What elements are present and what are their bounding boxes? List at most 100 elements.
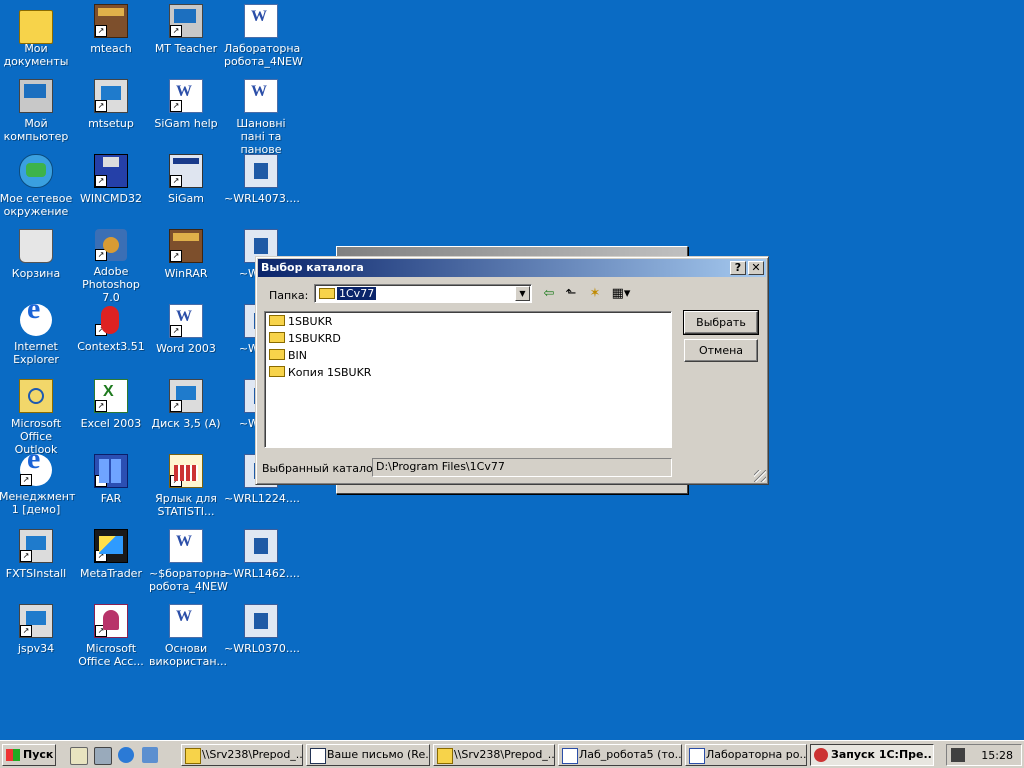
- taskbar-item[interactable]: Ваше письмо (Re...: [306, 744, 430, 766]
- word-document-icon: [689, 748, 705, 764]
- shortcut-arrow-icon: ↗: [95, 625, 107, 637]
- desktop-icon[interactable]: ↗ MT Teacher: [149, 2, 223, 55]
- internet-explorer-icon[interactable]: [118, 747, 134, 763]
- desktop-icon[interactable]: ↗ Менеджмент 1 [демо]: [0, 452, 76, 516]
- desktop-icon[interactable]: ↗ Context3.51: [74, 302, 148, 353]
- select-folder-dialog: Выбор каталога ? ✕ Папка: 1Cv77 ▼ ⇦ ⬑ ✶ …: [255, 256, 769, 485]
- desktop-icon-label: MetaTrader: [80, 567, 142, 580]
- desktop-icon[interactable]: ~$бораторна робота_4NEW: [149, 527, 228, 593]
- desktop-icon[interactable]: Мой компьютер: [0, 77, 73, 143]
- desktop-icon-label: Менеджмент 1 [демо]: [0, 490, 76, 516]
- system-tray: 15:28: [946, 744, 1022, 766]
- back-arrow-icon[interactable]: ⇦: [540, 286, 558, 302]
- word-document-icon: [244, 4, 278, 38]
- outlook-express-icon[interactable]: [142, 747, 158, 763]
- excel-icon: ↗: [94, 379, 128, 413]
- desktop-icon[interactable]: ↗ Word 2003: [149, 302, 223, 355]
- desktop-icon-label: Мои документы: [3, 42, 69, 68]
- start-button[interactable]: Пуск: [2, 744, 56, 766]
- desktop-icon-label: ~WRL1462....: [224, 567, 300, 580]
- desktop-icon-label: Internet Explorer: [13, 340, 59, 366]
- desktop-icon[interactable]: ↗ Adobe Photoshop 7.0: [74, 227, 148, 304]
- show-desktop-icon[interactable]: [70, 747, 88, 765]
- clock[interactable]: 15:28: [981, 749, 1013, 762]
- floppy-drive-icon: ↗: [169, 379, 203, 413]
- desktop-icon[interactable]: Шановні пані та панове: [224, 77, 298, 156]
- list-item[interactable]: BIN: [269, 348, 307, 364]
- desktop-icon[interactable]: ↗ Ярлык для STATISTI...: [149, 452, 223, 518]
- desktop-icon[interactable]: ↗ SiGam: [149, 152, 223, 205]
- desktop-icon-label: Диск 3,5 (A): [151, 417, 221, 430]
- taskbar-item[interactable]: \\Srv238\Prepod_...: [433, 744, 555, 766]
- desktop-icon-label: ~WRL1224....: [224, 492, 300, 505]
- desktop-icon[interactable]: Основи використан...: [149, 602, 227, 668]
- folder-icon: [269, 315, 285, 326]
- folder-combobox[interactable]: 1Cv77 ▼: [314, 284, 532, 303]
- list-item[interactable]: Копия 1SBUKR: [269, 365, 371, 381]
- desktop-icon[interactable]: ↗ mteach: [74, 2, 148, 55]
- desktop-icon[interactable]: Internet Explorer: [0, 302, 73, 366]
- view-menu-icon[interactable]: ▦▾: [608, 286, 634, 302]
- desktop-icon[interactable]: ↗ WINCMD32: [74, 152, 148, 205]
- desktop-icon[interactable]: Корзина: [0, 227, 73, 280]
- shortcut-arrow-icon: ↗: [95, 249, 107, 261]
- resize-grip[interactable]: [754, 470, 766, 482]
- shortcut-arrow-icon: ↗: [170, 25, 182, 37]
- select-button[interactable]: Выбрать: [683, 310, 759, 335]
- taskbar-item-active[interactable]: Запуск 1С:Пре...: [810, 744, 934, 766]
- cancel-button[interactable]: Отмена: [684, 339, 758, 362]
- recycle-bin-icon: [19, 229, 53, 263]
- desktop-icon[interactable]: ↗ FXTSInstall: [0, 527, 73, 580]
- desktop-icon[interactable]: Мои документы: [0, 2, 73, 68]
- shortcut-arrow-icon: ↗: [20, 550, 32, 562]
- shortcut-arrow-icon: ↗: [95, 175, 107, 187]
- list-item-label: Копия 1SBUKR: [288, 366, 372, 379]
- desktop-icon-label: mtsetup: [88, 117, 134, 130]
- desktop-icon[interactable]: ~WRL0370....: [224, 602, 300, 655]
- desktop-icon[interactable]: ↗ WinRAR: [149, 227, 223, 280]
- up-folder-icon[interactable]: ⬑: [562, 286, 580, 302]
- list-item[interactable]: 1SBUKR: [269, 314, 332, 330]
- desktop-icon[interactable]: ~WRL1462....: [224, 527, 300, 580]
- help-button[interactable]: ?: [730, 261, 746, 275]
- network-tray-icon[interactable]: [951, 748, 965, 762]
- desktop-icon[interactable]: ↗ mtsetup: [74, 77, 148, 130]
- taskbar-item[interactable]: Лабораторна ро...: [685, 744, 807, 766]
- desktop-icon[interactable]: Мое сетевое окружение: [0, 152, 73, 218]
- desktop-icon-label: Adobe Photoshop 7.0: [82, 265, 140, 304]
- desktop-icon[interactable]: ↗ FAR: [74, 452, 148, 505]
- desktop-icon-label: WINCMD32: [80, 192, 142, 205]
- folder-icon: [269, 332, 285, 343]
- folder-list[interactable]: 1SBUKR 1SBUKRD BIN Копия 1SBUKR: [264, 311, 672, 448]
- internet-explorer-icon: [20, 302, 52, 336]
- desktop-icon[interactable]: Лабораторна робота_4NEW: [224, 2, 303, 68]
- shortcut-arrow-icon: ↗: [95, 400, 107, 412]
- taskbar-item[interactable]: Лаб_робота5 (то...: [558, 744, 682, 766]
- desktop-icon[interactable]: ↗ SiGam help: [149, 77, 223, 130]
- shortcut-arrow-icon: ↗: [170, 325, 182, 337]
- shortcut-arrow-icon: ↗: [170, 175, 182, 187]
- shortcut-arrow-icon: ↗: [170, 100, 182, 112]
- desktop-icon[interactable]: ↗ Диск 3,5 (A): [149, 377, 223, 430]
- close-button[interactable]: ✕: [748, 261, 764, 275]
- selected-folder-field: D:\Program Files\1Cv77: [372, 458, 672, 477]
- list-item[interactable]: 1SBUKRD: [269, 331, 341, 347]
- desktop-icon[interactable]: ↗ Excel 2003: [74, 377, 148, 430]
- desktop-icon-label: FAR: [100, 492, 122, 505]
- quicklaunch-icon[interactable]: [94, 747, 112, 765]
- desktop-icon[interactable]: ↗ Microsoft Office Acc...: [74, 602, 148, 668]
- taskbar-item-label: Лаб_робота5 (то...: [579, 748, 682, 761]
- desktop-icon[interactable]: ↗ MetaTrader: [74, 527, 148, 580]
- taskbar-item[interactable]: \\Srv238\Prepod_...: [181, 744, 303, 766]
- chevron-down-icon[interactable]: ▼: [515, 286, 530, 301]
- desktop-icon-label: SiGam: [167, 192, 205, 205]
- metatrader-icon: ↗: [94, 529, 128, 563]
- desktop-icon-label: WinRAR: [164, 267, 208, 280]
- desktop-icon[interactable]: ~WRL4073....: [224, 152, 300, 205]
- folder-icon: [185, 748, 201, 764]
- shortcut-arrow-icon: ↗: [95, 100, 107, 112]
- desktop-icon[interactable]: ↗ jspv34: [0, 602, 73, 655]
- new-folder-icon[interactable]: ✶: [586, 286, 604, 302]
- folder-icon: [269, 366, 285, 377]
- dialog-titlebar[interactable]: Выбор каталога ? ✕: [258, 259, 766, 277]
